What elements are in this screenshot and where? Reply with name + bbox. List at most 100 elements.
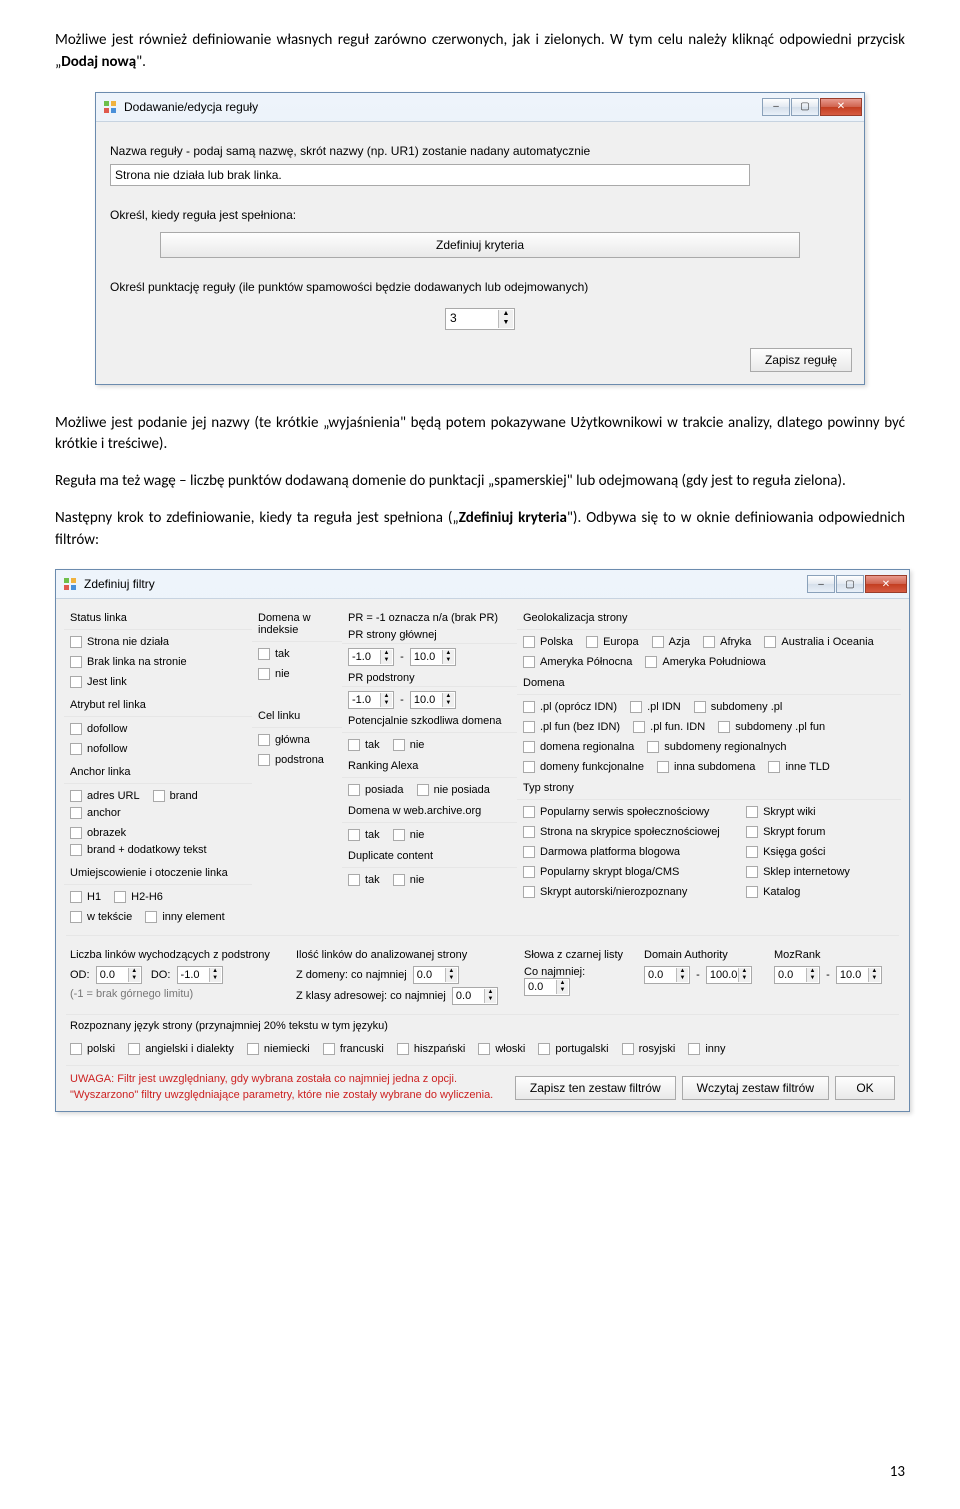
cb-typ-katalog[interactable]: Katalog (746, 886, 800, 898)
cb-dom-plfun[interactable]: .pl fun (bez IDN) (523, 721, 620, 733)
define-criteria-button[interactable]: Zdefiniuj kryteria (160, 232, 800, 258)
cb-geo-aio[interactable]: Australia i Oceania (764, 636, 873, 648)
spin-zklasy[interactable]: 0.0▲▼ (452, 987, 498, 1005)
spin-da-max[interactable]: 100.0▲▼ (706, 966, 752, 984)
spin-pr-main-max[interactable]: 10.0▲▼ (410, 648, 456, 666)
cb-inny-el[interactable]: inny element (145, 911, 224, 923)
app-icon (62, 576, 78, 592)
cb-dom-plidn[interactable]: .pl IDN (630, 701, 681, 713)
spin-mr-max[interactable]: 10.0▲▼ (836, 966, 882, 984)
cb-dom-innasub[interactable]: inna subdomena (657, 761, 755, 773)
cb-strona-nie-dziala[interactable]: Strona nie działa (70, 636, 169, 648)
liczba-out-label: Liczba linków wychodzących z podstrony (70, 949, 284, 961)
cb-anchor-brand[interactable]: brand (153, 790, 198, 802)
maximize-button[interactable]: ▢ (836, 575, 864, 593)
cb-dom-innetld[interactable]: inne TLD (768, 761, 829, 773)
cb-arch-nie[interactable]: nie (393, 829, 425, 841)
cb-geo-azja[interactable]: Azja (652, 636, 690, 648)
cb-dom-plfunidn[interactable]: .pl fun. IDN (633, 721, 705, 733)
cb-typ-spolecz[interactable]: Popularny serwis społecznościowy (523, 806, 733, 818)
window-title: Zdefiniuj filtry (84, 577, 806, 591)
close-button[interactable]: ✕ (820, 98, 862, 116)
cb-typ-blog[interactable]: Darmowa platforma blogowa (523, 846, 733, 858)
cb-dom-subreg[interactable]: subdomeny regionalnych (647, 741, 786, 753)
cb-h1[interactable]: H1 (70, 891, 101, 903)
status-linka-label: Status linka (70, 612, 246, 624)
cb-lang-es[interactable]: hiszpański (397, 1043, 465, 1055)
cb-wtekscie[interactable]: w tekście (70, 911, 132, 923)
spin-od[interactable]: 0.0▲▼ (96, 966, 142, 984)
cb-anchor-branddod[interactable]: brand + dodatkowy tekst (70, 844, 207, 856)
cb-geo-an[interactable]: Ameryka Północna (523, 656, 632, 668)
btn-zapisz-filtry[interactable]: Zapisz ten zestaw filtrów (515, 1076, 676, 1100)
cb-dom-subplfun[interactable]: subdomeny .pl fun (718, 721, 825, 733)
score-spinner[interactable]: 3 ▲▼ (445, 308, 515, 330)
cb-szk-nie[interactable]: nie (393, 739, 425, 751)
cb-lang-it[interactable]: włoski (478, 1043, 525, 1055)
cb-lang-de[interactable]: niemiecki (247, 1043, 310, 1055)
umiejscowienie-label: Umiejscowienie i otoczenie linka (70, 867, 246, 879)
cb-anchor-url[interactable]: adres URL (70, 790, 140, 802)
save-rule-button[interactable]: Zapisz regułę (750, 348, 852, 372)
spin-do[interactable]: -1.0▲▼ (177, 966, 223, 984)
cb-nofollow[interactable]: nofollow (70, 743, 127, 755)
cb-typ-wiki[interactable]: Skrypt wiki (746, 806, 816, 818)
cb-idx-nie[interactable]: nie (258, 668, 290, 680)
cb-dup-tak[interactable]: tak (348, 874, 380, 886)
cb-dom-reg[interactable]: domena regionalna (523, 741, 634, 753)
cb-dofollow[interactable]: dofollow (70, 723, 127, 735)
uwaga-2: "Wyszarzono" filtry uwzględniające param… (70, 1088, 509, 1103)
titlebar: Dodawanie/edycja reguły – ▢ ✕ (96, 93, 864, 121)
cb-geo-ap[interactable]: Ameryka Południowa (645, 656, 765, 668)
rule-name-input[interactable] (110, 164, 750, 186)
cb-cel-glowna[interactable]: główna (258, 734, 310, 746)
btn-ok[interactable]: OK (835, 1076, 895, 1100)
cb-typ-autor[interactable]: Skrypt autorski/nierozpoznany (523, 886, 733, 898)
cb-geo-europa[interactable]: Europa (586, 636, 638, 648)
cb-arch-tak[interactable]: tak (348, 829, 380, 841)
cb-alexa-posiada[interactable]: posiada (348, 784, 404, 796)
spin-mr-min[interactable]: 0.0▲▼ (774, 966, 820, 984)
cb-lang-pl[interactable]: polski (70, 1043, 115, 1055)
minimize-button[interactable]: – (762, 98, 790, 116)
page-number: 13 (890, 1463, 905, 1481)
cb-lang-pt[interactable]: portugalski (538, 1043, 608, 1055)
cb-typ-ksiega[interactable]: Księga gości (746, 846, 825, 858)
cb-brak-linka[interactable]: Brak linka na stronie (70, 656, 187, 668)
cb-typ-forum[interactable]: Skrypt forum (746, 826, 825, 838)
cb-typ-cms[interactable]: Popularny skrypt bloga/CMS (523, 866, 733, 878)
close-button[interactable]: ✕ (865, 575, 907, 593)
spin-pr-main-min[interactable]: -1.0▲▼ (348, 648, 394, 666)
cb-h2h6[interactable]: H2-H6 (114, 891, 163, 903)
cb-geo-afryka[interactable]: Afryka (703, 636, 751, 648)
paragraph-intro: Możliwe jest również definiowanie własny… (55, 30, 905, 74)
cb-dom-funkc[interactable]: domeny funkcjonalne (523, 761, 644, 773)
cb-lang-fr[interactable]: francuski (323, 1043, 384, 1055)
paragraph-criteria: Następny krok to zdefiniowanie, kiedy ta… (55, 508, 905, 552)
cb-idx-tak[interactable]: tak (258, 648, 290, 660)
uwaga-1: UWAGA: Filtr jest uwzględniany, gdy wybr… (70, 1072, 509, 1087)
cb-jest-link[interactable]: Jest link (70, 676, 127, 688)
cb-lang-inny[interactable]: inny (688, 1043, 725, 1055)
cb-anchor-obrazek[interactable]: obrazek (70, 827, 126, 839)
spin-zdomeny[interactable]: 0.0▲▼ (413, 966, 459, 984)
spin-pr-sub-max[interactable]: 10.0▲▼ (410, 691, 456, 709)
cb-alexa-nie[interactable]: nie posiada (417, 784, 490, 796)
btn-wczytaj-filtry[interactable]: Wczytaj zestaw filtrów (682, 1076, 829, 1100)
cb-lang-en[interactable]: angielski i dialekty (128, 1043, 234, 1055)
spin-da-min[interactable]: 0.0▲▼ (644, 966, 690, 984)
spin-slowa[interactable]: 0.0▲▼ (524, 978, 570, 996)
cb-typ-skrypice[interactable]: Strona na skrypice społecznościowej (523, 826, 733, 838)
cb-typ-sklep[interactable]: Sklep internetowy (746, 866, 850, 878)
cb-szk-tak[interactable]: tak (348, 739, 380, 751)
cb-lang-ru[interactable]: rosyjski (622, 1043, 676, 1055)
cb-anchor-anchor[interactable]: anchor (70, 807, 121, 819)
cb-dom-pl[interactable]: .pl (oprócz IDN) (523, 701, 617, 713)
cb-cel-podstrona[interactable]: podstrona (258, 754, 324, 766)
maximize-button[interactable]: ▢ (791, 98, 819, 116)
cb-dup-nie[interactable]: nie (393, 874, 425, 886)
minimize-button[interactable]: – (807, 575, 835, 593)
cb-geo-polska[interactable]: Polska (523, 636, 573, 648)
cb-dom-subpl[interactable]: subdomeny .pl (694, 701, 783, 713)
spin-pr-sub-min[interactable]: -1.0▲▼ (348, 691, 394, 709)
